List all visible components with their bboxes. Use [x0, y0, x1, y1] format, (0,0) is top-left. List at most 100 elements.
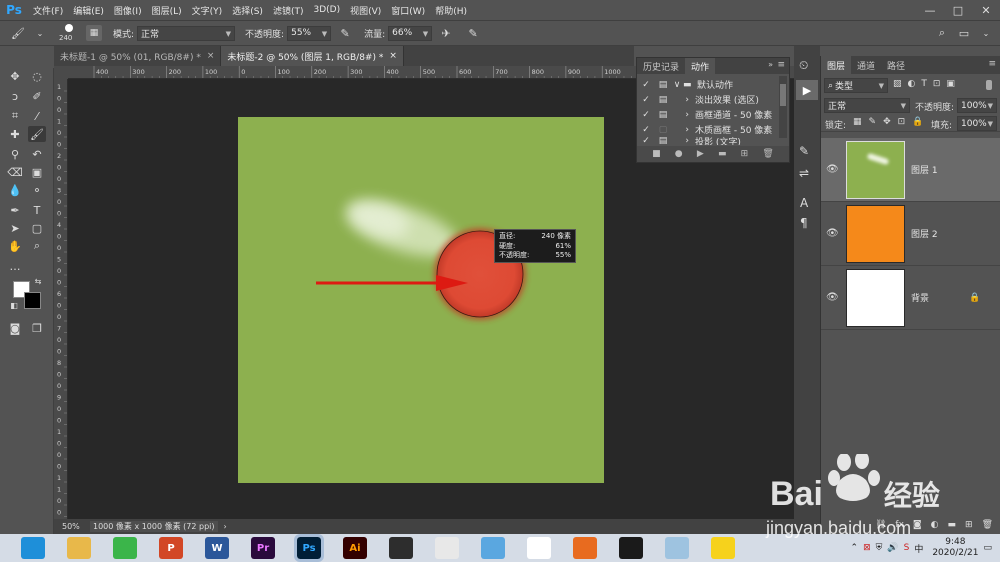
- tab-document-2[interactable]: 未标题-2 @ 50% (图层 1, RGB/8#) * ×: [221, 46, 404, 66]
- dialog-toggle-icon[interactable]: ▤: [655, 80, 671, 90]
- history-brush-tool-icon[interactable]: ↶: [28, 146, 46, 162]
- scroll-thumb[interactable]: [780, 84, 786, 106]
- check-icon[interactable]: ✓: [637, 137, 655, 145]
- shape-filter-icon[interactable]: ⊡: [933, 79, 941, 89]
- gradient-tool-icon[interactable]: ▣: [28, 164, 46, 180]
- menu-item-edit[interactable]: 编辑(E): [68, 4, 109, 17]
- lock-position-icon[interactable]: ✥: [883, 117, 891, 127]
- pen-tool-icon[interactable]: ✒: [6, 202, 24, 218]
- history-panel-icon[interactable]: ⏲: [799, 58, 808, 73]
- taskbar-app-icon[interactable]: [619, 537, 643, 559]
- tab-document-1[interactable]: 未标题-1 @ 50% (01, RGB/8#) * ×: [54, 46, 222, 66]
- taskbar-app-icon[interactable]: P: [159, 537, 183, 559]
- hand-tool-icon[interactable]: ✋: [6, 238, 24, 254]
- healing-brush-tool-icon[interactable]: ✚: [6, 126, 24, 142]
- mode-select[interactable]: 正常 ▼: [137, 25, 236, 41]
- eye-icon[interactable]: 👁: [826, 292, 839, 303]
- brush-preset-picker[interactable]: 240: [57, 22, 83, 44]
- menu-item-filter[interactable]: 滤镜(T): [268, 4, 309, 17]
- lock-pixels-icon[interactable]: ✎: [869, 117, 877, 127]
- rectangle-tool-icon[interactable]: ▢: [28, 220, 46, 236]
- dialog-toggle-icon[interactable]: ▢: [655, 125, 671, 135]
- eyedropper-tool-icon[interactable]: ⁄: [28, 108, 46, 124]
- filter-toggle[interactable]: [986, 80, 992, 90]
- status-menu-arrow[interactable]: ›: [224, 522, 227, 531]
- crop-tool-icon[interactable]: ⌗: [6, 108, 24, 124]
- layer-name[interactable]: 图层 2: [911, 227, 938, 240]
- dodge-tool-icon[interactable]: ⚬: [28, 182, 46, 198]
- move-tool-icon[interactable]: ✥: [6, 68, 24, 84]
- trash-icon[interactable]: 🗑: [762, 149, 773, 159]
- action-item[interactable]: ✓ ▤ › 画框通道 - 50 像素: [637, 107, 789, 122]
- minimize-button[interactable]: —: [916, 0, 944, 20]
- default-colors-icon[interactable]: ◧: [9, 300, 19, 310]
- close-button[interactable]: ✕: [972, 0, 1000, 20]
- taskbar-app-icon[interactable]: [67, 537, 91, 559]
- notification-icon[interactable]: ▭: [983, 543, 992, 553]
- workspace-icon[interactable]: ▭: [956, 25, 972, 41]
- eye-icon[interactable]: 👁: [826, 164, 839, 175]
- tab-channels[interactable]: 通道: [851, 56, 881, 74]
- network-icon[interactable]: ⊠: [863, 543, 871, 553]
- taskbar-app-icon[interactable]: [711, 537, 735, 559]
- adjustment-filter-icon[interactable]: ◐: [908, 79, 916, 89]
- menu-item-file[interactable]: 文件(F): [28, 4, 68, 17]
- dialog-toggle-icon[interactable]: ▤: [655, 95, 671, 105]
- panel-menu-icon[interactable]: ≡: [988, 59, 996, 69]
- smart-object-filter-icon[interactable]: ▣: [946, 79, 955, 89]
- quick-select-tool-icon[interactable]: ✐: [28, 88, 46, 104]
- tray-chevron-icon[interactable]: ⌃: [851, 543, 859, 553]
- taskbar-app-icon[interactable]: [389, 537, 413, 559]
- action-item[interactable]: ✓ ▢ › 木质画框 - 50 像素: [637, 122, 789, 137]
- taskbar-app-icon[interactable]: Ai: [343, 537, 367, 559]
- taskbar-app-icon[interactable]: [573, 537, 597, 559]
- close-icon[interactable]: ×: [389, 51, 397, 61]
- chevron-right-icon[interactable]: ›: [671, 110, 695, 120]
- taskbar-app-icon[interactable]: Pr: [251, 537, 275, 559]
- blur-tool-icon[interactable]: 💧: [6, 182, 24, 198]
- layer-opacity-field[interactable]: 100% ▼: [957, 98, 997, 113]
- paragraph-panel-icon[interactable]: ¶: [800, 216, 808, 230]
- background-color-swatch[interactable]: [24, 292, 41, 309]
- layer-row-background[interactable]: 👁 背景 🔒: [821, 266, 1000, 330]
- blend-mode-select[interactable]: 正常 ▼: [824, 98, 910, 113]
- zoom-tool-icon[interactable]: ⌕: [28, 238, 46, 254]
- shield-icon[interactable]: ⛨: [876, 543, 883, 553]
- stop-icon[interactable]: ■: [652, 149, 661, 159]
- layer-row-2[interactable]: 👁 图层 2: [821, 202, 1000, 266]
- taskbar-app-icon[interactable]: [665, 537, 689, 559]
- layer-row-1[interactable]: 👁 图层 1: [821, 138, 1000, 202]
- chevron-down-icon[interactable]: ⌄: [978, 25, 994, 41]
- actions-scrollbar[interactable]: [779, 76, 787, 138]
- brush-panel-icon[interactable]: ▦: [86, 25, 102, 41]
- check-icon[interactable]: ✓: [637, 125, 655, 135]
- pixel-filter-icon[interactable]: ▨: [893, 79, 902, 89]
- maximize-button[interactable]: □: [944, 0, 972, 20]
- tab-actions[interactable]: 动作: [685, 58, 716, 74]
- menu-item-window[interactable]: 窗口(W): [386, 4, 430, 17]
- tab-layers[interactable]: 图层: [821, 56, 852, 74]
- chevron-right-icon[interactable]: ›: [671, 125, 695, 135]
- action-item[interactable]: ✓ ▤ › 投影 (文字): [637, 137, 789, 145]
- menu-item-type[interactable]: 文字(Y): [187, 4, 228, 17]
- search-icon[interactable]: ⌕: [934, 25, 950, 41]
- volume-icon[interactable]: 🔊: [887, 543, 898, 553]
- eye-icon[interactable]: 👁: [826, 228, 839, 239]
- taskbar-app-icon[interactable]: [113, 537, 137, 559]
- ruler-left[interactable]: 1 0 0 1 0 0 2 0 0 3 0 0 4 0 0 5 0 0 6 0 0 7 0 0 8 0 0 9 0 0 1 0 0 0 1 1 0 0: [54, 79, 68, 519]
- type-tool-icon[interactable]: T: [28, 202, 46, 218]
- taskbar-app-icon[interactable]: [527, 537, 551, 559]
- sougou-icon[interactable]: S: [904, 543, 910, 553]
- new-set-icon[interactable]: ▬: [718, 149, 727, 159]
- character-panel-icon[interactable]: A: [800, 196, 808, 210]
- marquee-tool-icon[interactable]: ◌: [28, 68, 46, 84]
- fill-field[interactable]: 100% ▼: [957, 116, 997, 131]
- dialog-toggle-icon[interactable]: ▤: [655, 110, 671, 120]
- chevron-right-icon[interactable]: ›: [671, 95, 695, 105]
- brush-settings-icon[interactable]: ✎: [799, 144, 809, 158]
- dialog-toggle-icon[interactable]: ▤: [655, 137, 671, 145]
- check-icon[interactable]: ✓: [637, 95, 655, 105]
- tab-history[interactable]: 历史记录: [637, 58, 685, 74]
- taskbar-app-icon[interactable]: [21, 537, 45, 559]
- taskbar-app-icon[interactable]: [481, 537, 505, 559]
